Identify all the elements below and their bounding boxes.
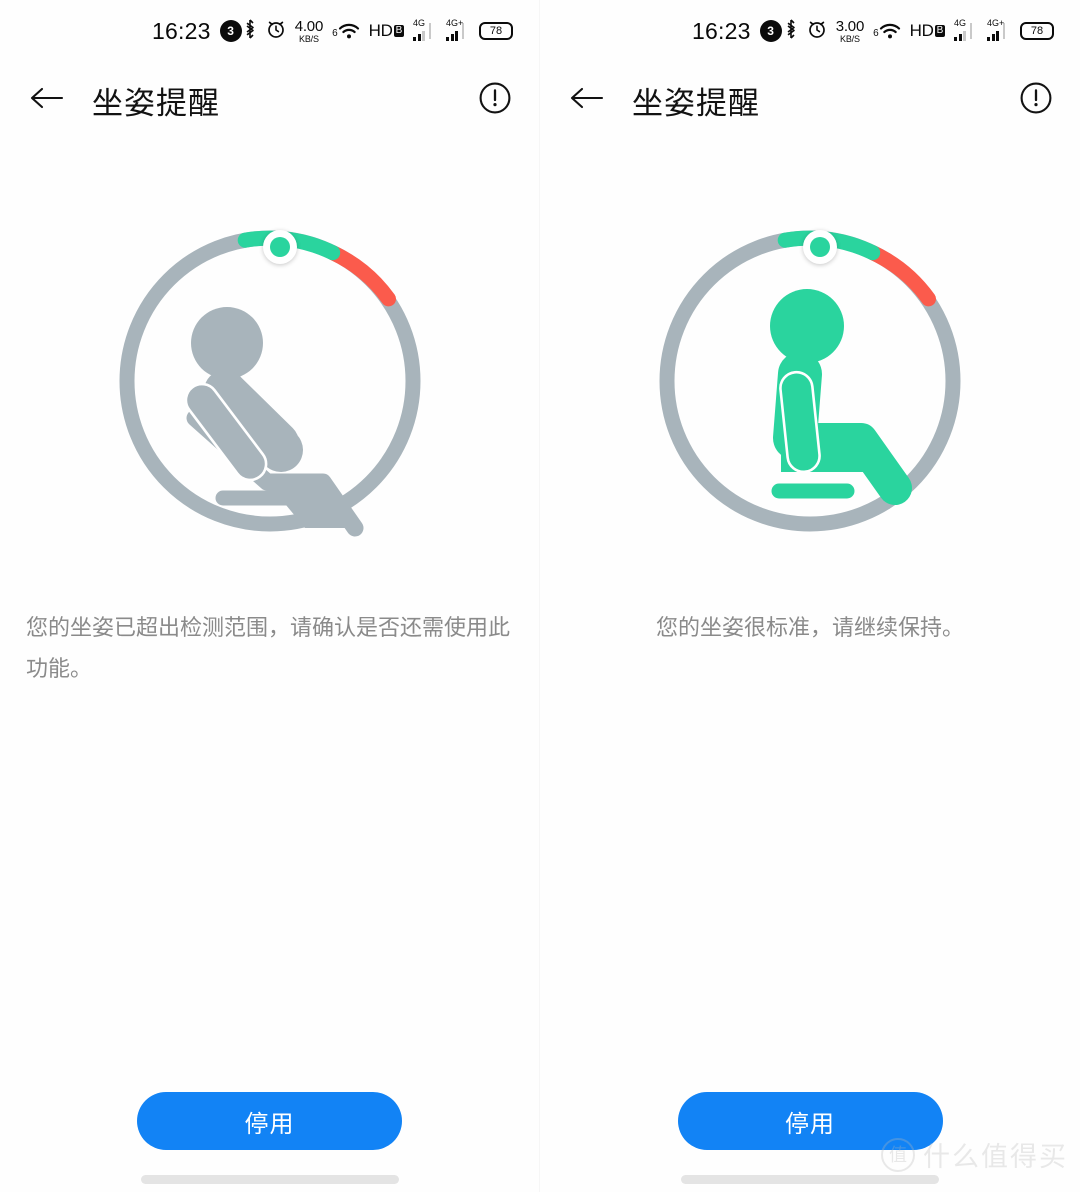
bluetooth-icon: [243, 18, 257, 45]
status-bar: 16:23 3 3.00 KB/S 6 HD B 4G 4G+ 78: [540, 0, 1080, 62]
info-button[interactable]: [473, 78, 517, 122]
hd-text: HD: [368, 21, 393, 40]
back-arrow-icon: [28, 83, 66, 118]
sim2-signal-icon: 4G+: [446, 17, 470, 41]
posture-gauge-container: [0, 226, 539, 537]
sim1-divider: [429, 23, 431, 39]
posture-gauge-container: [540, 226, 1080, 536]
phone-screen-left: 16:23 3 4.00 KB/S 6 HD B 4G 4G+ 78 坐姿提醒 …: [0, 0, 540, 1192]
info-exclamation-icon: [477, 80, 513, 121]
gauge-svg: [659, 230, 961, 532]
status-bar-left-group: 16:23 3: [152, 18, 242, 45]
alarm-clock-icon: [807, 18, 827, 45]
hd-voice-icon: HD B: [369, 21, 404, 41]
app-bar: 坐姿提醒: [540, 62, 1080, 138]
hd-text: HD: [909, 21, 934, 40]
figure-head: [770, 289, 844, 363]
bluetooth-icon: [784, 18, 798, 45]
hd-badge: B: [934, 25, 945, 37]
info-exclamation-icon: [1018, 80, 1054, 121]
gauge-svg: [119, 230, 420, 537]
network-speed-unit: KB/S: [840, 33, 860, 44]
hd-badge: B: [393, 25, 404, 37]
notification-count-badge: 3: [219, 20, 242, 42]
sim1-network-label: 4G: [413, 17, 426, 28]
primary-action-area: 停用: [540, 1092, 1080, 1150]
primary-action-area: 停用: [0, 1092, 539, 1150]
back-arrow-icon: [568, 83, 606, 118]
network-speed-value: 4.00: [294, 17, 324, 35]
info-button[interactable]: [1014, 78, 1058, 122]
disable-button[interactable]: 停用: [677, 1092, 943, 1150]
gauge-red-zone: [865, 245, 936, 307]
posture-gauge: [655, 226, 965, 536]
home-indicator[interactable]: [140, 1175, 399, 1184]
wifi-6-icon: 6: [873, 22, 901, 40]
status-message: 您的坐姿已超出检测范围，请确认是否还需使用此功能。: [26, 615, 511, 681]
wifi-6-icon: 6: [332, 22, 360, 40]
page-title: 坐姿提醒: [92, 85, 220, 121]
posture-gauge: [115, 226, 425, 537]
network-speed-indicator: 4.00 KB/S: [294, 17, 324, 44]
sim2-network-label: 4G+: [987, 17, 1005, 28]
gauge-marker[interactable]: [803, 230, 837, 264]
status-bar: 16:23 3 4.00 KB/S 6 HD B 4G 4G+ 78: [0, 0, 539, 62]
sim2-bars: [446, 30, 458, 41]
disable-button[interactable]: 停用: [137, 1092, 402, 1150]
gauge-red-zone: [324, 245, 396, 307]
status-bar-left-group: 16:23 3: [692, 18, 782, 45]
hd-voice-icon: HD B: [910, 21, 945, 41]
back-button[interactable]: [564, 77, 610, 123]
status-bar-right-group: 3.00 KB/S 6 HD B 4G 4G+ 78: [784, 0, 1054, 62]
posture-figure-upright: [770, 289, 912, 505]
home-indicator[interactable]: [681, 1175, 939, 1184]
gauge-marker-fill: [810, 237, 830, 257]
sim1-signal-icon: 4G: [413, 17, 437, 41]
battery-percentage: 78: [1030, 25, 1044, 37]
page-title: 坐姿提醒: [632, 85, 760, 121]
sim1-network-label: 4G: [954, 17, 967, 28]
back-button[interactable]: [24, 77, 70, 123]
sim1-divider: [970, 23, 972, 39]
battery-icon: 78: [479, 22, 513, 40]
sim1-bars: [954, 30, 966, 41]
gauge-marker[interactable]: [262, 230, 297, 264]
network-speed-value: 3.00: [835, 17, 865, 35]
status-bar-clock: 16:23: [692, 17, 751, 44]
sim1-signal-icon: 4G: [954, 17, 978, 41]
status-message: 您的坐姿很标准，请继续保持。: [655, 615, 964, 640]
phone-screen-right: 16:23 3 3.00 KB/S 6 HD B 4G 4G+ 78 坐姿提醒 …: [540, 0, 1080, 1192]
sim2-signal-icon: 4G+: [987, 17, 1011, 41]
dual-screenshot-container: 16:23 3 4.00 KB/S 6 HD B 4G 4G+ 78 坐姿提醒 …: [0, 0, 1080, 1192]
gauge-marker-fill: [269, 237, 290, 257]
status-bar-right-group: 4.00 KB/S 6 HD B 4G 4G+ 78: [243, 0, 513, 62]
status-bar-clock: 16:23: [152, 17, 211, 44]
battery-percentage: 78: [489, 25, 503, 37]
sim2-network-label: 4G+: [446, 17, 464, 28]
battery-icon: 78: [1020, 22, 1054, 40]
network-speed-indicator: 3.00 KB/S: [835, 17, 865, 44]
notification-count-badge: 3: [759, 20, 782, 42]
posture-figure-slouching: [184, 307, 363, 537]
sim1-bars: [413, 30, 425, 41]
sim2-bars: [987, 30, 999, 41]
alarm-clock-icon: [266, 18, 286, 45]
network-speed-unit: KB/S: [299, 33, 319, 44]
app-bar: 坐姿提醒: [0, 62, 539, 138]
